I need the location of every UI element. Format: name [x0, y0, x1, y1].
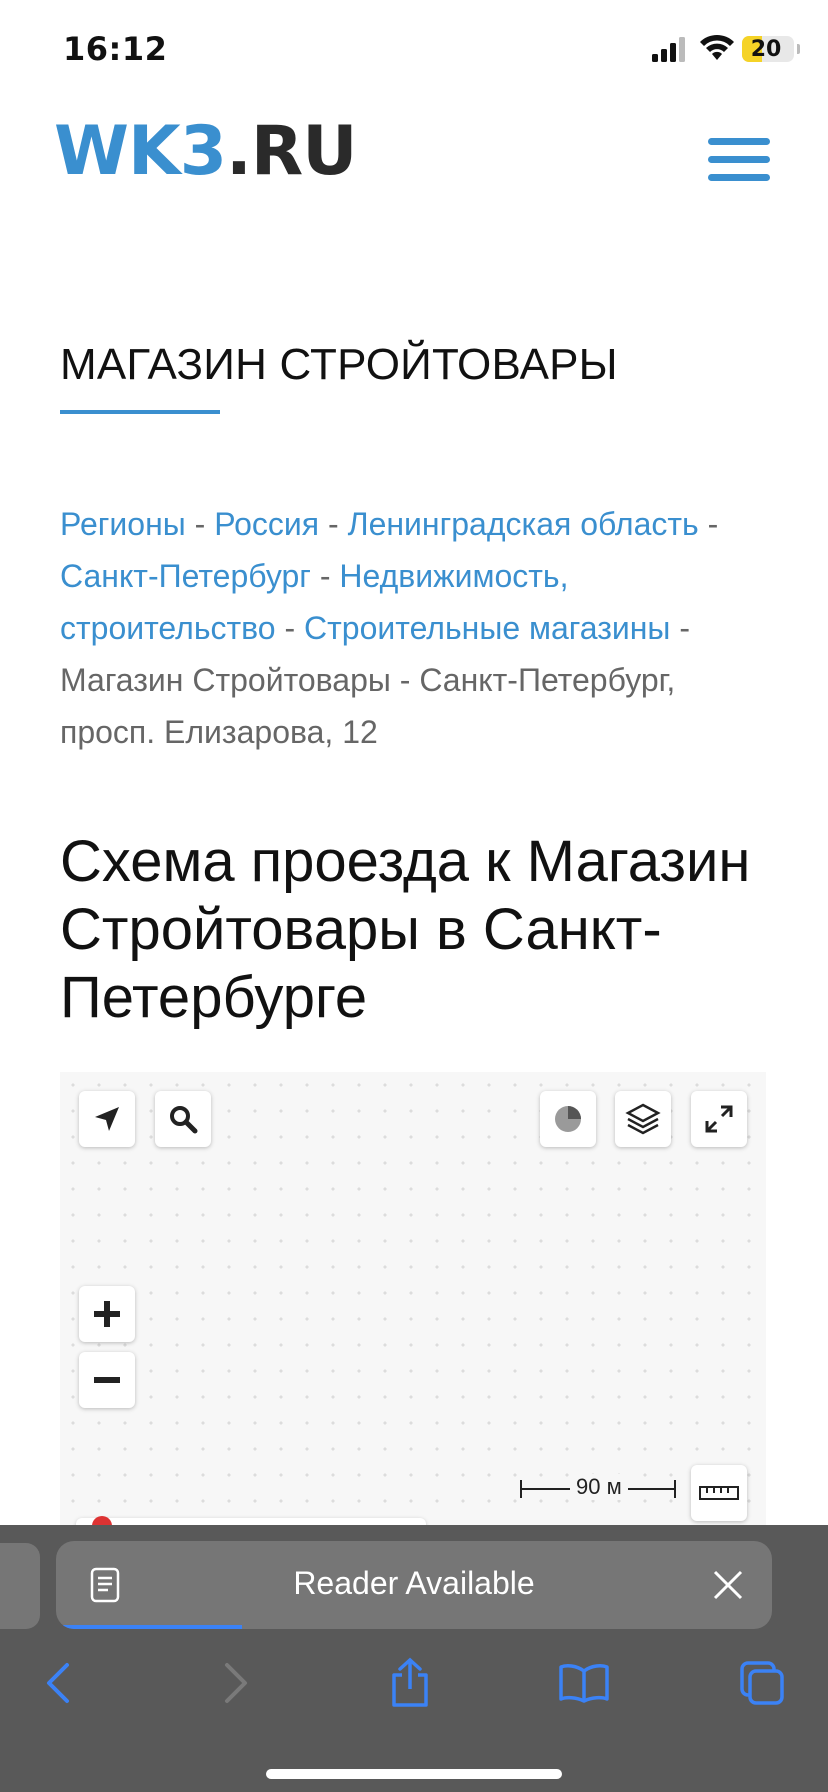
page-load-progress [56, 1625, 243, 1629]
tabs-button[interactable] [732, 1653, 792, 1713]
book-icon [559, 1664, 609, 1703]
status-time: 16:12 [63, 30, 168, 68]
reader-available-banner[interactable]: Reader Available [56, 1541, 772, 1629]
bookmarks-button[interactable] [554, 1653, 614, 1713]
layers-icon [625, 1103, 661, 1135]
plus-icon [94, 1301, 120, 1327]
expand-icon [705, 1105, 733, 1133]
breadcrumb-link-saint-petersburg[interactable]: Санкт-Петербург [60, 558, 311, 594]
close-icon[interactable] [712, 1569, 744, 1601]
share-button[interactable] [380, 1653, 440, 1713]
previous-tab-preview[interactable] [0, 1543, 40, 1629]
ruler-icon [699, 1486, 739, 1500]
map[interactable]: 90 м [60, 1072, 766, 1528]
home-indicator[interactable] [266, 1769, 562, 1779]
battery-level: 20 [750, 37, 782, 62]
breadcrumb: Регионы - Россия - Ленинградская область… [60, 506, 719, 750]
search-icon [170, 1106, 198, 1134]
breadcrumb-link-building-stores[interactable]: Строительные магазины [304, 610, 670, 646]
logo-part1: WK3 [54, 112, 227, 191]
breadcrumb-link-regions[interactable]: Регионы [60, 506, 186, 542]
scale-label: 90 м [570, 1474, 628, 1500]
layers-button[interactable] [615, 1091, 671, 1147]
status-bar: 16:12 20 [0, 0, 828, 100]
tabs-icon [740, 1661, 784, 1705]
zoom-out-button[interactable] [79, 1352, 135, 1408]
back-button[interactable] [28, 1653, 88, 1713]
chevron-left-icon [47, 1663, 69, 1703]
battery-icon: 20 [742, 36, 800, 62]
share-icon [392, 1657, 428, 1707]
minus-icon [94, 1377, 120, 1383]
zoom-in-button[interactable] [79, 1286, 135, 1342]
page-title: МАГАЗИН СТРОЙТОВАРЫ [60, 340, 618, 389]
forward-button[interactable] [206, 1653, 266, 1713]
hamburger-menu-icon[interactable] [708, 138, 770, 182]
site-logo[interactable]: WK3.RU [54, 118, 357, 186]
logo-part2: .RU [226, 112, 357, 191]
cellular-signal-icon [652, 37, 685, 62]
breadcrumb-link-russia[interactable]: Россия [214, 506, 319, 542]
section-heading: Схема проезда к Магазин Стройтовары в Са… [60, 829, 751, 1030]
traffic-button[interactable] [540, 1091, 596, 1147]
breadcrumb-current: Магазин Стройтовары - Санкт-Петербург, п… [60, 662, 676, 750]
geolocation-button[interactable] [79, 1091, 135, 1147]
title-underline [60, 410, 220, 414]
location-arrow-icon [95, 1107, 119, 1131]
reader-label: Reader Available [293, 1565, 535, 1601]
breadcrumb-link-leningrad-oblast[interactable]: Ленинградская область [348, 506, 699, 542]
fullscreen-button[interactable] [691, 1091, 747, 1147]
map-search-button[interactable] [155, 1091, 211, 1147]
safari-toolbar: Reader Available [0, 1525, 828, 1792]
ruler-button[interactable] [691, 1465, 747, 1521]
traffic-icon [555, 1106, 581, 1132]
wifi-icon [700, 34, 734, 60]
chevron-right-icon [225, 1663, 247, 1703]
